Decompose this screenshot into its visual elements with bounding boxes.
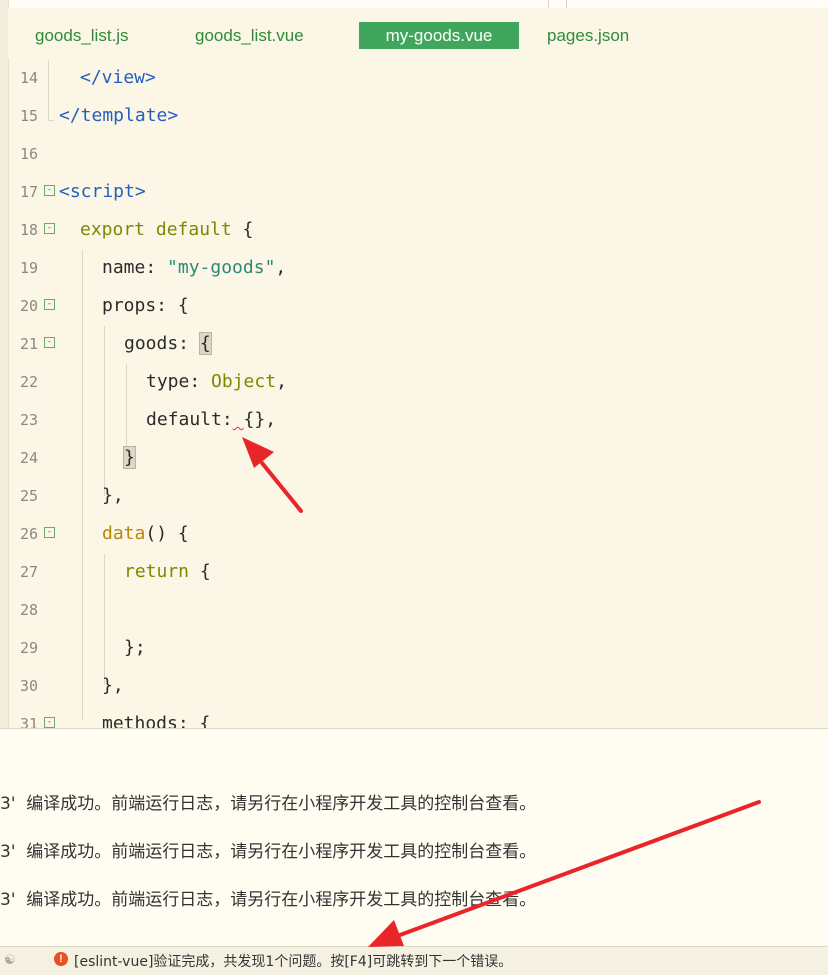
code-text: {}, [243, 409, 277, 430]
type-name: Object [211, 371, 277, 392]
code-text: , [275, 257, 287, 278]
console-log-line: 3' 编译成功。前端运行日志，请另行在小程序开发工具的控制台查看。 [0, 842, 537, 862]
code-line: 27 return { [8, 554, 828, 592]
fold-toggle-icon[interactable]: - [44, 527, 55, 538]
code-line: 24 } [8, 440, 828, 478]
code-text: </template> [59, 105, 179, 126]
code-text: goods: { [124, 332, 212, 355]
tab-goods-list-vue[interactable]: goods_list.vue [195, 22, 304, 49]
code-line: 17 - <script> [8, 174, 828, 212]
code-line: 22 type: Object, [8, 364, 828, 402]
lint-error-marker[interactable] [233, 409, 244, 430]
code-text: () { [145, 523, 189, 544]
line-number: 28 [19, 601, 38, 619]
code-text: }, [102, 675, 124, 696]
code-line: 16 [8, 136, 828, 174]
lint-status-message[interactable]: [eslint-vue]验证完成，共发现1个问题。按[F4]可跳转到下一个错误。 [74, 951, 512, 971]
line-number: 22 [19, 373, 38, 391]
line-number: 29 [19, 639, 38, 657]
fold-toggle-icon[interactable]: - [44, 717, 55, 728]
code-text: type: Object, [146, 371, 287, 392]
property-key: default: [146, 409, 233, 430]
property-key: type: [146, 371, 212, 392]
code-line: 20 - props: { [8, 288, 828, 326]
sync-status-icon[interactable]: ☯ [4, 953, 16, 968]
line-number: 19 [19, 259, 38, 277]
code-text: } [123, 446, 136, 469]
warning-icon: ! [54, 952, 68, 966]
console-panel[interactable]: 3' 编译成功。前端运行日志，请另行在小程序开发工具的控制台查看。 3' 编译成… [0, 728, 828, 947]
line-number: 23 [19, 411, 38, 429]
code-line: 31 - methods: { [8, 706, 828, 728]
line-number: 17 [19, 183, 38, 201]
line-number: 27 [19, 563, 38, 581]
code-line: 15 </template> [8, 98, 828, 136]
code-line: 18 - export default { [8, 212, 828, 250]
keyword: export default [80, 219, 232, 240]
editor-tab-bar: goods_list.js goods_list.vue my-goods.vu… [8, 8, 828, 58]
matched-brace: } [123, 446, 136, 469]
line-number: 30 [19, 677, 38, 695]
code-text: props: { [102, 295, 189, 316]
code-line: 28 [8, 592, 828, 630]
line-number: 25 [19, 487, 38, 505]
console-log-line: 3' 编译成功。前端运行日志，请另行在小程序开发工具的控制台查看。 [0, 890, 537, 910]
keyword: return [124, 561, 190, 582]
string-literal: "my-goods" [167, 257, 276, 278]
code-line: 21 - goods: { [8, 326, 828, 364]
top-strip-left-pane [0, 0, 549, 8]
line-number: 16 [19, 145, 38, 163]
line-number: 26 [19, 525, 38, 543]
line-number: 15 [19, 107, 38, 125]
fold-toggle-icon[interactable]: - [44, 223, 55, 234]
code-line: 19 name: "my-goods", [8, 250, 828, 288]
code-line: 23 default: {}, [8, 402, 828, 440]
line-number: 18 [19, 221, 38, 239]
line-number: 21 [19, 335, 38, 353]
property-key: goods: [124, 333, 200, 354]
code-line: 25 }, [8, 478, 828, 516]
code-line: 29 }; [8, 630, 828, 668]
property-key: name: [102, 257, 168, 278]
fold-toggle-icon[interactable]: - [44, 185, 55, 196]
code-line: 26 - data() { [8, 516, 828, 554]
code-text: name: "my-goods", [102, 257, 286, 278]
line-number: 31 [19, 715, 38, 728]
fold-toggle-icon[interactable]: - [44, 337, 55, 348]
code-text: data() { [102, 523, 189, 544]
code-text: }, [102, 485, 124, 506]
code-text: , [276, 371, 287, 392]
code-line: 30 }, [8, 668, 828, 706]
code-text: { [189, 561, 211, 582]
code-editor[interactable]: 14 </view> 15 </template> 16 17 - <scrip… [8, 60, 828, 728]
code-text: export default { [80, 219, 253, 240]
code-text: <script> [59, 181, 146, 202]
code-line: 14 </view> [8, 60, 828, 98]
line-number: 20 [19, 297, 38, 315]
code-text: }; [124, 637, 146, 658]
line-number: 24 [19, 449, 38, 467]
tab-my-goods-vue[interactable]: my-goods.vue [359, 22, 519, 49]
line-number: 14 [19, 69, 38, 87]
top-strip-right-pane [566, 0, 828, 8]
matched-brace: { [198, 332, 212, 355]
fold-toggle-icon[interactable]: - [44, 299, 55, 310]
console-log-line: 3' 编译成功。前端运行日志，请另行在小程序开发工具的控制台查看。 [0, 794, 537, 814]
code-text: default: {}, [146, 409, 276, 430]
status-bar: ☯ ! [eslint-vue]验证完成，共发现1个问题。按[F4]可跳转到下一… [0, 946, 828, 975]
function-name: data [102, 523, 146, 544]
code-text: methods: { [102, 713, 211, 728]
tab-goods-list-js[interactable]: goods_list.js [35, 22, 129, 49]
code-text: { [231, 219, 254, 240]
tab-pages-json[interactable]: pages.json [547, 22, 629, 49]
code-text: </view> [80, 67, 156, 88]
code-text: return { [124, 561, 211, 582]
